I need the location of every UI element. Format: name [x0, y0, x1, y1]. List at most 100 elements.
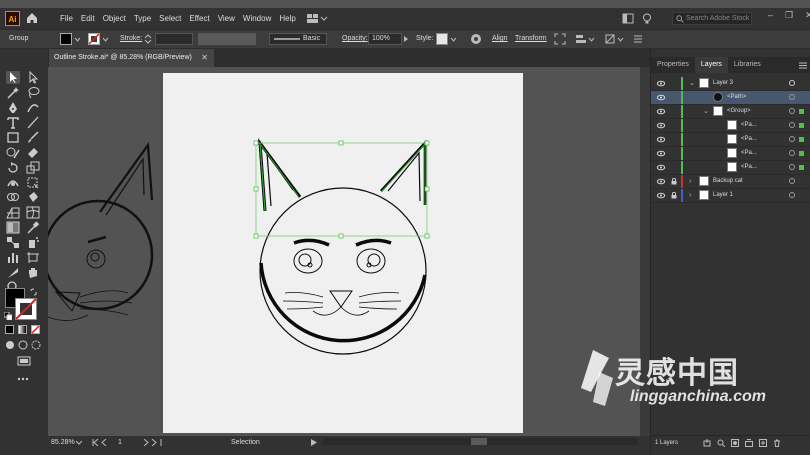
tab-properties[interactable]: Properties: [651, 57, 695, 73]
target-circle-icon[interactable]: [789, 122, 795, 128]
opacity-arrow-icon[interactable]: [403, 33, 409, 45]
lock-icon[interactable]: [671, 178, 677, 185]
selection-indicator[interactable]: [799, 151, 804, 156]
magic-wand-tool[interactable]: [6, 86, 20, 99]
target-circle-icon[interactable]: [789, 164, 795, 170]
draw-inside-icon[interactable]: [31, 340, 41, 350]
target-circle-icon[interactable]: [789, 178, 795, 184]
visibility-eye-icon[interactable]: [657, 108, 665, 115]
opacity-label[interactable]: Opacity:: [342, 30, 368, 48]
horizontal-scrollbar[interactable]: [323, 438, 638, 445]
opacity-field[interactable]: 100%: [368, 33, 402, 45]
new-layer-icon[interactable]: [759, 439, 767, 447]
mesh-tool[interactable]: [26, 206, 40, 219]
layer-name[interactable]: <Pa...: [741, 133, 757, 146]
shape-builder-tool[interactable]: [6, 191, 20, 204]
style-dropdown-icon[interactable]: [450, 33, 457, 45]
layer-row[interactable]: <Pa...: [651, 147, 810, 161]
artboard[interactable]: [163, 73, 523, 433]
fill-dropdown-icon[interactable]: [74, 33, 81, 45]
layer-name[interactable]: <Group>: [727, 105, 751, 118]
shaper-tool[interactable]: [6, 146, 20, 159]
rectangle-tool[interactable]: [6, 131, 20, 144]
layer-name[interactable]: <Pa...: [741, 119, 757, 132]
selection-indicator[interactable]: [799, 109, 804, 114]
next-artboard-icons[interactable]: [142, 439, 162, 446]
direct-selection-tool[interactable]: [26, 71, 40, 84]
layer-name[interactable]: <Pa...: [741, 147, 757, 160]
zoom-dropdown-icon[interactable]: [76, 439, 82, 446]
minimize-button[interactable]: –: [768, 10, 773, 21]
line-segment-tool[interactable]: [26, 116, 40, 129]
clipping-mask-icon[interactable]: [731, 439, 739, 447]
canvas-area[interactable]: [48, 67, 640, 436]
menu-view[interactable]: View: [214, 8, 239, 29]
layer-name[interactable]: Layer 3: [713, 77, 733, 90]
visibility-eye-icon[interactable]: [657, 150, 665, 157]
eraser-tool[interactable]: [26, 146, 40, 159]
cat-artwork[interactable]: [163, 73, 523, 433]
paintbrush-tool[interactable]: [26, 131, 40, 144]
layer-row[interactable]: <Pa...: [651, 119, 810, 133]
chevron-down-icon[interactable]: ⌄: [689, 77, 695, 90]
layer-row[interactable]: ⌄ Layer 3: [651, 77, 810, 91]
scrollbar-thumb[interactable]: [471, 438, 487, 445]
visibility-eye-icon[interactable]: [657, 80, 665, 87]
stroke-weight-stepper[interactable]: [144, 33, 152, 45]
target-circle-icon[interactable]: [789, 94, 795, 100]
layer-name[interactable]: Backup cat: [713, 175, 743, 188]
close-tab-button[interactable]: ✕: [201, 49, 208, 67]
artboard-number[interactable]: 1: [118, 436, 122, 449]
lasso-tool[interactable]: [26, 86, 40, 99]
selection-tool[interactable]: [6, 71, 20, 84]
layer-row[interactable]: › Backup cat: [651, 175, 810, 189]
transform-options-icon[interactable]: [604, 33, 616, 45]
draw-behind-icon[interactable]: [18, 340, 28, 350]
live-paint-bucket-tool[interactable]: [26, 191, 40, 204]
maximize-button[interactable]: ❐: [785, 10, 793, 21]
search-adobe-stock-input[interactable]: Search Adobe Stock: [672, 12, 752, 25]
blend-tool[interactable]: [6, 236, 20, 249]
rotate-tool[interactable]: [6, 161, 20, 174]
scale-tool[interactable]: [26, 161, 40, 174]
artboard-tool[interactable]: [26, 251, 40, 264]
default-fill-stroke-icon[interactable]: [4, 312, 12, 320]
stroke-swatch[interactable]: [88, 33, 100, 45]
transform-dropdown-icon[interactable]: [617, 33, 624, 45]
color-mode-button[interactable]: [5, 325, 14, 334]
close-window-button[interactable]: ✕: [805, 10, 810, 21]
locate-object-icon[interactable]: [717, 439, 725, 447]
tab-libraries[interactable]: Libraries: [728, 57, 767, 73]
align-options-icon[interactable]: [575, 33, 587, 45]
column-graph-tool[interactable]: [6, 251, 20, 264]
menu-help[interactable]: Help: [275, 8, 299, 29]
menu-select[interactable]: Select: [155, 8, 185, 29]
target-circle-icon[interactable]: [789, 136, 795, 142]
variable-width-profile[interactable]: [198, 33, 256, 45]
draw-normal-icon[interactable]: [5, 340, 15, 350]
home-icon[interactable]: [25, 11, 39, 25]
stroke-dropdown-icon[interactable]: [102, 33, 109, 45]
swap-fill-stroke-icon[interactable]: [30, 288, 38, 296]
slice-tool[interactable]: [6, 266, 20, 279]
previous-artboard-icons[interactable]: [92, 439, 112, 446]
warp-tool[interactable]: [6, 176, 20, 189]
layer-row[interactable]: › Layer 1: [651, 189, 810, 203]
brush-definition-field[interactable]: Basic: [269, 33, 327, 45]
chevron-down-icon[interactable]: ⌄: [703, 105, 709, 118]
selection-indicator[interactable]: [799, 123, 804, 128]
align-dropdown-icon[interactable]: [588, 33, 595, 45]
symbol-sprayer-tool[interactable]: [26, 236, 40, 249]
selection-indicator[interactable]: [799, 165, 804, 170]
free-transform-tool[interactable]: [26, 176, 40, 189]
gradient-tool[interactable]: [6, 221, 20, 234]
arrange-documents-icon[interactable]: [622, 13, 634, 24]
none-mode-button[interactable]: [31, 325, 40, 334]
visibility-eye-icon[interactable]: [657, 122, 665, 129]
layer-name[interactable]: Layer 1: [713, 189, 733, 202]
visibility-eye-icon[interactable]: [657, 136, 665, 143]
menu-file[interactable]: File: [56, 8, 77, 29]
stroke-weight-field[interactable]: [155, 33, 193, 45]
layer-name[interactable]: <Path>: [727, 91, 746, 104]
chevron-right-icon[interactable]: ›: [689, 189, 691, 202]
